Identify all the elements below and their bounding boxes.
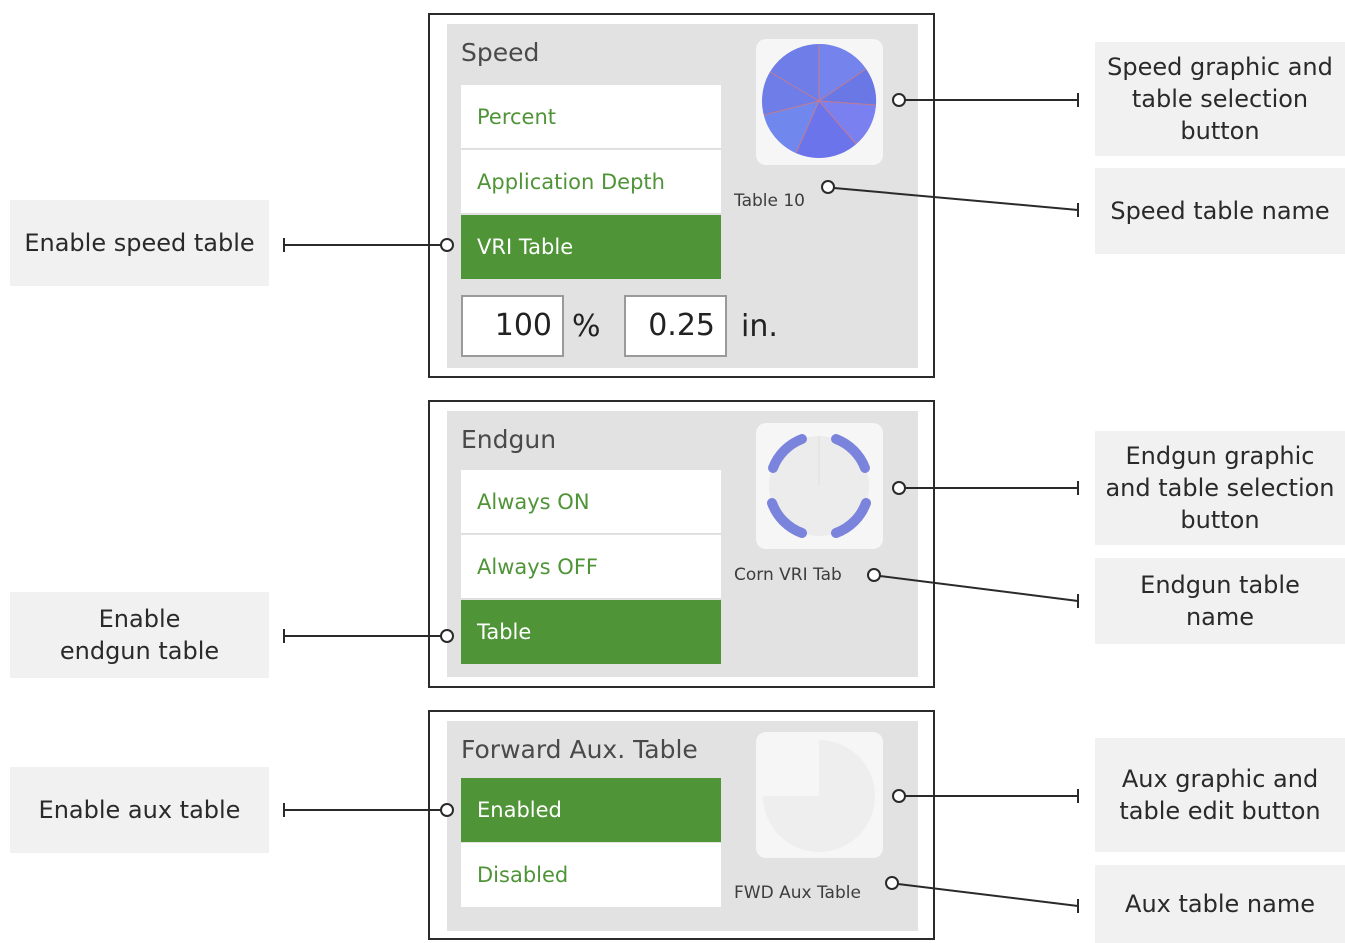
- speed-pie-icon: [762, 44, 877, 158]
- aux-panel: Forward Aux. Table Enabled Disabled FWD …: [428, 710, 935, 940]
- callout-enable-endgun-table: Enable endgun table: [10, 592, 269, 678]
- endgun-option-always-off[interactable]: Always OFF: [461, 535, 721, 599]
- callout-aux-table-name: Aux table name: [1095, 865, 1345, 943]
- endgun-ring-icon: [767, 434, 871, 538]
- endgun-option-table[interactable]: Table: [461, 600, 721, 664]
- aux-pie-icon: [763, 740, 875, 852]
- aux-option-disabled[interactable]: Disabled: [461, 843, 721, 907]
- callout-aux-graphic: Aux graphic and table edit button: [1095, 738, 1345, 852]
- speed-panel-body: Speed Percent Application Depth VRI Tabl…: [447, 24, 918, 368]
- endgun-title: Endgun: [461, 425, 557, 454]
- endgun-graphic-button[interactable]: [756, 423, 883, 549]
- speed-depth-unit: in.: [741, 309, 778, 344]
- aux-table-name: FWD Aux Table: [734, 883, 861, 903]
- endgun-panel-body: Endgun Always ON Always OFF Table Corn V…: [447, 411, 918, 677]
- callout-endgun-table-name: Endgun table name: [1095, 558, 1345, 644]
- speed-title: Speed: [461, 38, 540, 67]
- speed-percent-input[interactable]: 100: [461, 295, 564, 357]
- aux-option-enabled[interactable]: Enabled: [461, 778, 721, 842]
- callout-speed-graphic: Speed graphic and table selection button: [1095, 42, 1345, 156]
- speed-percent-unit: %: [572, 309, 601, 344]
- callout-speed-table-name: Speed table name: [1095, 168, 1345, 254]
- speed-graphic-button[interactable]: [756, 39, 883, 165]
- callout-endgun-graphic: Endgun graphic and table selection butto…: [1095, 431, 1345, 545]
- speed-depth-input[interactable]: 0.25: [624, 295, 727, 357]
- speed-panel: Speed Percent Application Depth VRI Tabl…: [428, 13, 935, 378]
- endgun-panel: Endgun Always ON Always OFF Table Corn V…: [428, 400, 935, 688]
- speed-option-vri-table[interactable]: VRI Table: [461, 215, 721, 279]
- aux-title: Forward Aux. Table: [461, 735, 698, 764]
- endgun-table-name: Corn VRI Tab: [734, 565, 842, 585]
- speed-option-percent[interactable]: Percent: [461, 85, 721, 149]
- aux-graphic-button[interactable]: [756, 732, 883, 858]
- speed-option-application-depth[interactable]: Application Depth: [461, 150, 721, 214]
- callout-enable-aux-table: Enable aux table: [10, 767, 269, 853]
- callout-enable-speed-table: Enable speed table: [10, 200, 269, 286]
- aux-panel-body: Forward Aux. Table Enabled Disabled FWD …: [447, 721, 918, 931]
- speed-table-name: Table 10: [734, 191, 805, 211]
- endgun-option-always-on[interactable]: Always ON: [461, 470, 721, 534]
